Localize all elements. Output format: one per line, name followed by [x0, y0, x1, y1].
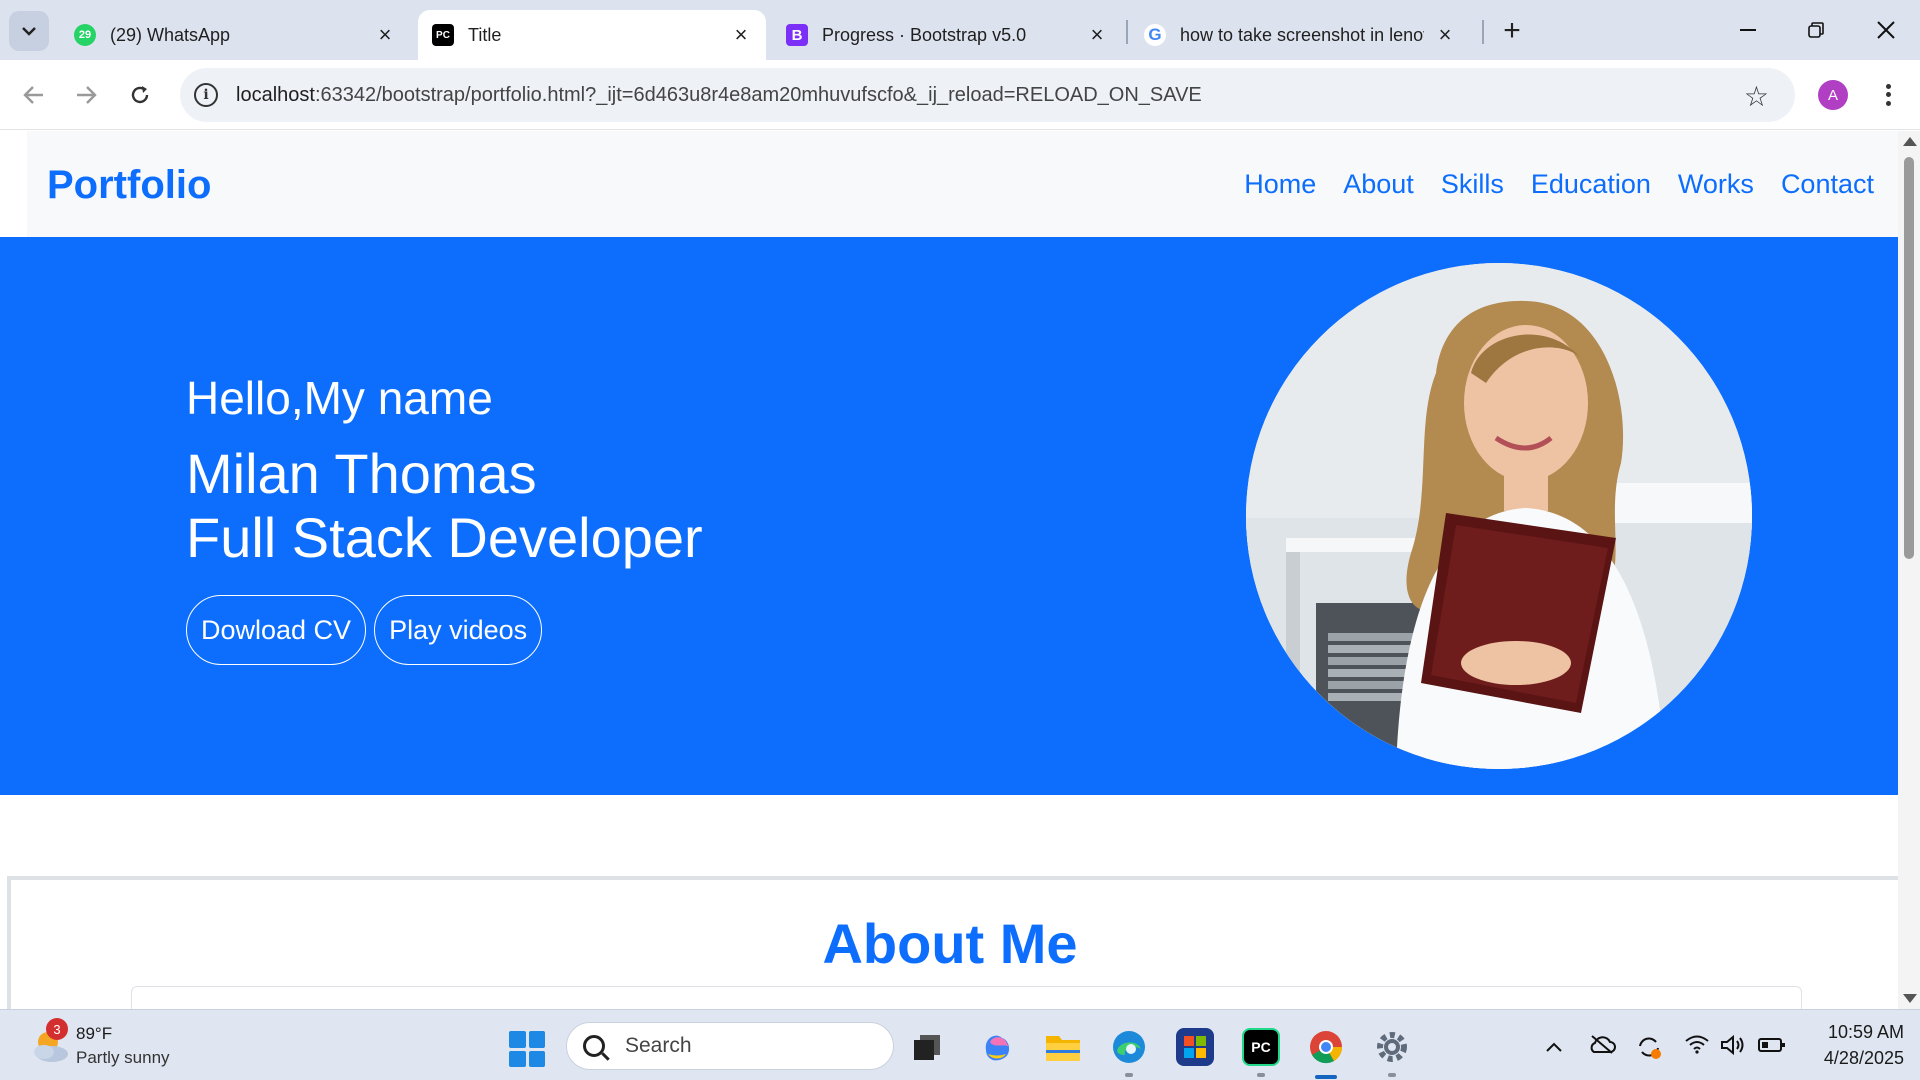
search-icon	[583, 1035, 605, 1057]
copilot-icon[interactable]	[978, 1028, 1016, 1066]
hero-buttons: Dowload CV Play videos	[186, 595, 550, 665]
close-icon[interactable]: ×	[374, 22, 396, 47]
tab-title: how to take screenshot in lenov	[1180, 24, 1424, 45]
minimize-icon	[1740, 29, 1756, 31]
nav-link-skills[interactable]: Skills	[1441, 169, 1504, 200]
scroll-down-arrow-icon[interactable]	[1903, 994, 1917, 1003]
app-running-indicator	[1125, 1073, 1133, 1077]
page-scrollbar[interactable]	[1898, 131, 1920, 1009]
restore-icon	[1808, 22, 1824, 38]
minimize-button[interactable]	[1728, 12, 1768, 48]
app-running-indicator	[1388, 1073, 1396, 1077]
battery-icon[interactable]	[1758, 1034, 1786, 1060]
tab-title: (29) WhatsApp	[110, 24, 231, 45]
nav-link-about[interactable]: About	[1343, 169, 1414, 200]
site-navbar: Portfolio Home About Skills Education Wo…	[27, 131, 1898, 237]
taskbar-search-box[interactable]: Search	[566, 1022, 894, 1070]
about-content-card	[131, 986, 1802, 1009]
tab-separator	[1126, 20, 1128, 44]
whatsapp-icon: 29	[74, 24, 96, 46]
close-icon	[1877, 21, 1895, 39]
hero-name: Milan Thomas	[186, 442, 537, 505]
tab-title: Title	[468, 24, 502, 45]
url-path: :63342/bootstrap/portfolio.html?_ijt=6d4…	[314, 83, 1202, 106]
nav-link-contact[interactable]: Contact	[1781, 169, 1874, 200]
page-viewport: Portfolio Home About Skills Education Wo…	[0, 131, 1920, 1009]
task-view-icon[interactable]	[908, 1028, 946, 1066]
nav-link-works[interactable]: Works	[1678, 169, 1754, 200]
window-close-button[interactable]	[1866, 12, 1906, 48]
chrome-icon[interactable]	[1307, 1028, 1345, 1066]
windows-taskbar: 3 89°F Partly sunny Search PC 10:59 AM 4…	[0, 1009, 1920, 1080]
onedrive-cloud-icon[interactable]	[1588, 1034, 1616, 1060]
hero-greeting: Hello,My name	[186, 372, 493, 424]
bootstrap-icon: B	[786, 24, 808, 46]
bookmark-star-icon[interactable]: ☆	[1744, 80, 1769, 113]
pycharm-icon[interactable]: PC	[1242, 1028, 1280, 1066]
hero-role: Full Stack Developer	[186, 506, 703, 569]
file-explorer-icon[interactable]	[1044, 1028, 1082, 1066]
browser-tab-strip: 29 (29) WhatsApp × PC Title × B Progress…	[0, 0, 1920, 60]
tab-bootstrap-progress[interactable]: B Progress · Bootstrap v5.0 ×	[772, 10, 1122, 60]
tab-title: Progress · Bootstrap v5.0	[822, 24, 1027, 45]
nav-link-education[interactable]: Education	[1531, 169, 1651, 200]
microsoft-store-icon[interactable]	[1176, 1028, 1214, 1066]
clock-date[interactable]: 4/28/2025	[1804, 1048, 1904, 1069]
weather-temperature: 89°F	[76, 1024, 113, 1043]
site-info-icon[interactable]: i	[194, 83, 218, 107]
url-host: localhost	[236, 83, 315, 106]
taskbar-search-label: Search	[625, 1034, 692, 1057]
tab-search-button[interactable]	[9, 11, 49, 51]
reload-icon	[131, 86, 149, 104]
arrow-right-icon	[77, 86, 97, 104]
forward-button[interactable]	[68, 77, 104, 113]
back-button[interactable]	[16, 77, 52, 113]
close-icon[interactable]: ×	[1434, 22, 1456, 47]
windows-start-icon[interactable]	[509, 1031, 545, 1067]
scroll-up-arrow-icon[interactable]	[1903, 137, 1917, 146]
sync-update-icon[interactable]	[1636, 1034, 1662, 1066]
pycharm-icon: PC	[432, 24, 454, 46]
about-title: About Me	[822, 912, 1078, 975]
site-nav-links: Home About Skills Education Works Contac…	[1217, 169, 1874, 200]
profile-photo	[1246, 263, 1752, 769]
weather-notification-badge: 3	[46, 1018, 68, 1040]
nav-link-home[interactable]: Home	[1244, 169, 1316, 200]
arrow-left-icon	[23, 86, 43, 104]
chevron-down-icon	[22, 27, 36, 36]
volume-icon[interactable]	[1720, 1034, 1746, 1062]
download-cv-button[interactable]: Dowload CV	[186, 595, 367, 665]
profile-avatar[interactable]: A	[1818, 80, 1848, 110]
address-bar[interactable]: i localhost:63342/bootstrap/portfolio.ht…	[180, 68, 1795, 122]
play-videos-button[interactable]: Play videos	[374, 595, 543, 665]
browser-menu-icon[interactable]	[1873, 78, 1903, 112]
tab-title-active[interactable]: PC Title ×	[418, 10, 766, 60]
show-hidden-icons-chevron-icon[interactable]	[1544, 1034, 1564, 1060]
google-icon: G	[1144, 24, 1166, 46]
weather-description: Partly sunny	[76, 1048, 170, 1067]
restore-button[interactable]	[1796, 12, 1836, 48]
tab-separator	[1482, 20, 1484, 44]
wifi-icon[interactable]	[1684, 1034, 1710, 1060]
new-tab-button[interactable]: +	[1495, 14, 1529, 48]
close-icon[interactable]: ×	[730, 22, 752, 47]
profile-photo-illustration	[1246, 263, 1752, 769]
clock-time[interactable]: 10:59 AM	[1812, 1022, 1904, 1043]
close-icon[interactable]: ×	[1086, 22, 1108, 47]
app-running-indicator	[1257, 1073, 1265, 1077]
settings-gear-icon[interactable]	[1373, 1028, 1411, 1066]
browser-toolbar: i localhost:63342/bootstrap/portfolio.ht…	[0, 60, 1920, 130]
tab-whatsapp[interactable]: 29 (29) WhatsApp ×	[60, 10, 410, 60]
url-text[interactable]: localhost:63342/bootstrap/portfolio.html…	[236, 84, 1202, 107]
scroll-thumb[interactable]	[1904, 157, 1914, 559]
site-brand[interactable]: Portfolio	[47, 163, 211, 208]
edge-browser-icon[interactable]	[1110, 1028, 1148, 1066]
reload-button[interactable]	[122, 77, 158, 113]
hero-section: Hello,My name Milan Thomas Full Stack De…	[0, 237, 1898, 795]
tab-google-search[interactable]: G how to take screenshot in lenov ×	[1130, 10, 1470, 60]
active-app-indicator	[1315, 1075, 1337, 1079]
